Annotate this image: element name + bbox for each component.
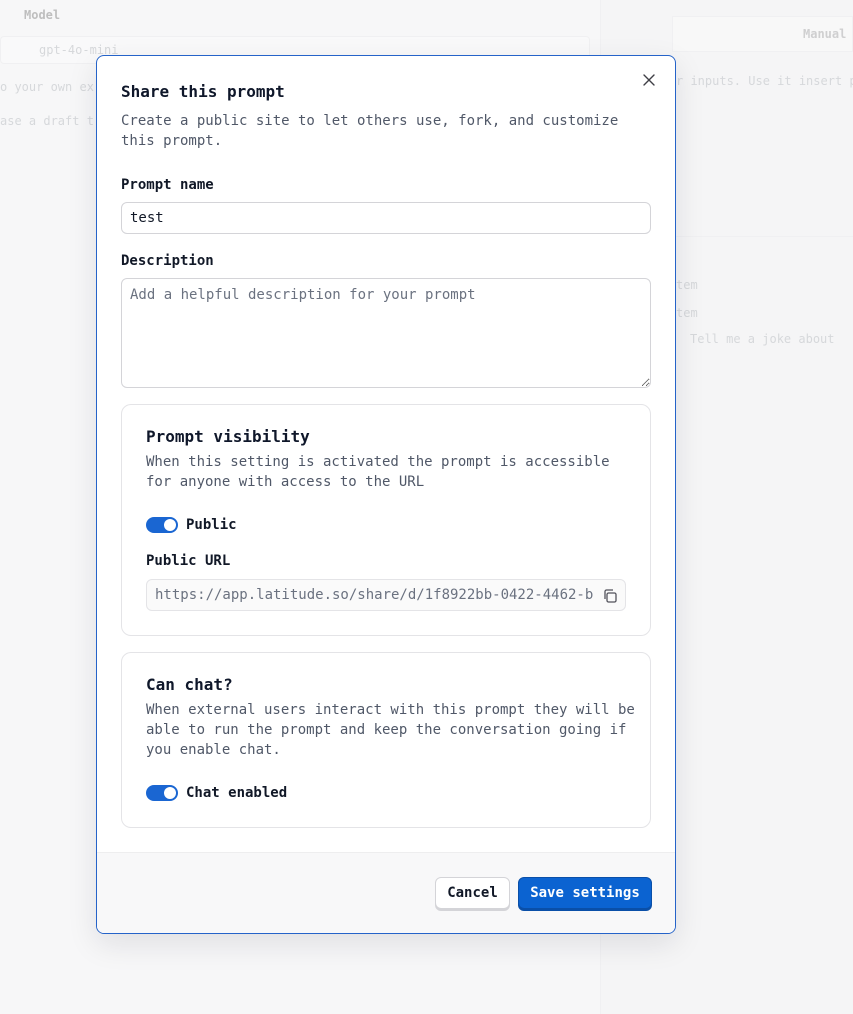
chat-toggle-label: Chat enabled <box>186 785 288 801</box>
description-textarea[interactable] <box>121 278 651 388</box>
public-url-value: https://app.latitude.so/share/d/1f8922bb… <box>155 587 593 603</box>
chat-title: Can chat? <box>146 675 233 694</box>
description-label: Description <box>121 253 214 269</box>
close-icon <box>643 74 655 86</box>
editor-text-line: ase a draft t <box>0 114 94 128</box>
public-url-field[interactable]: https://app.latitude.so/share/d/1f8922bb… <box>146 579 626 611</box>
chat-toggle[interactable] <box>146 785 178 801</box>
public-toggle[interactable] <box>146 517 178 533</box>
toggle-knob <box>164 519 176 531</box>
model-label: Model <box>24 8 61 22</box>
chat-card: Can chat? When external users interact w… <box>121 652 651 828</box>
modal-footer: Cancel Save settings <box>97 852 675 933</box>
tab-manual: Manual <box>672 16 853 52</box>
chat-toggle-row: Chat enabled <box>146 785 287 801</box>
save-settings-button[interactable]: Save settings <box>518 877 652 909</box>
public-toggle-row: Public <box>146 517 237 533</box>
playground-text-line: tem <box>676 306 698 320</box>
copy-icon <box>604 589 617 603</box>
toggle-knob <box>164 787 176 799</box>
modal-subtitle: Create a public site to let others use, … <box>121 113 619 149</box>
share-prompt-modal: Share this prompt Create a public site t… <box>96 55 676 934</box>
public-url-label: Public URL <box>146 553 231 569</box>
playground-text-line: r inputs. Use it insert pa <box>676 74 853 88</box>
editor-text-line: o your own ex <box>0 80 94 94</box>
visibility-card: Prompt visibility When this setting is a… <box>121 404 651 636</box>
cancel-button[interactable]: Cancel <box>435 877 510 909</box>
prompt-name-input[interactable] <box>121 202 651 234</box>
playground-text-line: tem <box>676 278 698 292</box>
playground-text-line: Tell me a joke about <box>690 332 835 346</box>
chat-description: When external users interact with this p… <box>146 702 635 758</box>
close-button[interactable] <box>641 72 657 88</box>
visibility-title: Prompt visibility <box>146 427 310 446</box>
copy-url-button[interactable] <box>601 587 619 605</box>
modal-title: Share this prompt <box>121 82 285 101</box>
divider <box>660 236 853 237</box>
public-toggle-label: Public <box>186 517 237 533</box>
prompt-name-label: Prompt name <box>121 177 214 193</box>
visibility-description: When this setting is activated the promp… <box>146 454 610 490</box>
